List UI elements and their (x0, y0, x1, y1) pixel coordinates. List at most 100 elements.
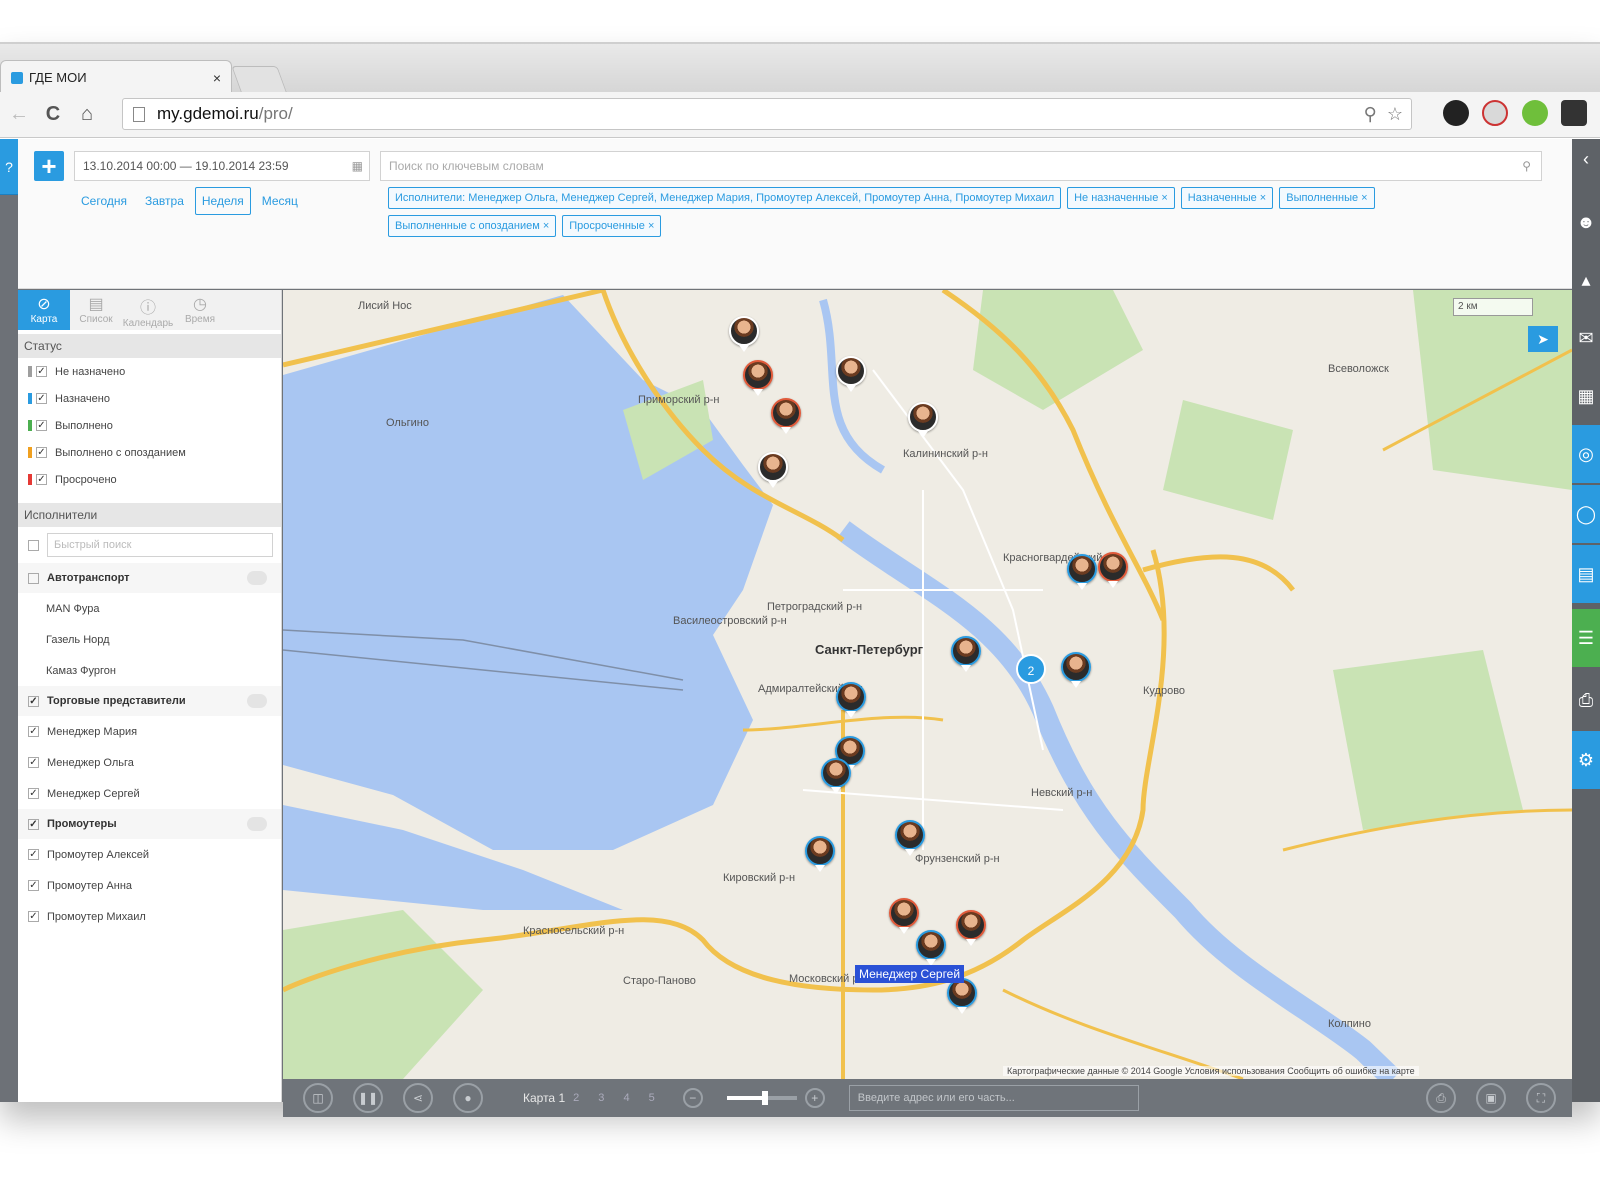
mail-icon[interactable]: ✉ (1572, 309, 1600, 367)
reload-icon[interactable]: C (38, 100, 68, 130)
employee-marker[interactable] (836, 356, 866, 392)
filter-chip-unassigned[interactable]: Не назначенные × (1067, 187, 1175, 209)
group-checkbox[interactable] (28, 572, 39, 584)
collapse-chevron-icon[interactable]: ‹ (1572, 139, 1600, 179)
settings-gear-icon[interactable] (1561, 100, 1587, 126)
status-filter-row[interactable]: ✓ Назначено (18, 385, 281, 412)
marker-icon[interactable]: ● (453, 1083, 483, 1113)
status-filter-row[interactable]: ✓ Выполнено с опозданием (18, 439, 281, 466)
tab-time[interactable]: ◷ Время (174, 290, 226, 330)
user-icon[interactable]: ☻ (1572, 193, 1600, 251)
executor-item[interactable]: ✓ Менеджер Сергей (18, 778, 281, 809)
share-icon[interactable]: ⋖ (403, 1083, 433, 1113)
executor-checkbox[interactable]: ✓ (28, 757, 39, 768)
executor-group[interactable]: Автотранспорт (18, 563, 281, 593)
tab-map[interactable]: ⊘ Карта (18, 290, 70, 330)
fullscreen-icon[interactable]: ⛶ (1526, 1083, 1556, 1113)
tasks-icon[interactable]: ☰ (1572, 609, 1600, 667)
calendar-icon[interactable]: ▦ (352, 152, 363, 180)
browser-tab[interactable]: ГДЕ МОИ × (0, 60, 232, 94)
map-canvas[interactable]: Приморский р-н Калининский р-н Красногва… (283, 290, 1572, 1079)
executor-checkbox[interactable]: ✓ (28, 911, 39, 922)
quick-search-input[interactable]: Быстрый поиск (47, 533, 273, 557)
period-month[interactable]: Месяц (255, 187, 305, 215)
status-checkbox[interactable]: ✓ (36, 393, 47, 404)
employee-marker[interactable] (758, 452, 788, 488)
grid-icon[interactable]: ▦ (1572, 367, 1600, 425)
status-checkbox[interactable]: ✓ (36, 447, 47, 458)
tracking-icon[interactable]: ◎ (1572, 425, 1600, 483)
executor-item[interactable]: Камаз Фургон (18, 655, 281, 686)
extension-camera-icon[interactable] (1443, 100, 1469, 126)
period-week[interactable]: Неделя (194, 187, 251, 215)
bookmark-star-icon[interactable]: ☆ (1387, 104, 1403, 125)
employee-marker[interactable] (805, 836, 835, 872)
new-tab-button[interactable] (231, 66, 287, 92)
executor-group[interactable]: ✓ Промоутеры (18, 809, 281, 839)
reports-chart-icon[interactable]: ▤ (1572, 545, 1600, 603)
executor-item[interactable]: ✓ Менеджер Мария (18, 716, 281, 747)
employee-marker[interactable] (956, 910, 986, 946)
print-icon[interactable]: ⎙ (1426, 1083, 1456, 1113)
filter-chip-overdue[interactable]: Просроченные × (562, 215, 662, 237)
geofence-icon[interactable]: ◯ (1572, 485, 1600, 543)
status-checkbox[interactable]: ✓ (36, 474, 47, 485)
save-icon[interactable]: ▣ (1476, 1083, 1506, 1113)
filter-chip-completed-late[interactable]: Выполненные с опозданием × (388, 215, 557, 237)
address-bar[interactable]: my.gdemoi.ru /pro/ ⚲ ☆ (122, 98, 1412, 130)
select-all-checkbox[interactable] (28, 539, 39, 551)
marker-cluster[interactable]: 2 (1016, 654, 1046, 684)
search-icon[interactable]: ⚲ (1522, 152, 1531, 180)
print-icon[interactable]: ⎙ (1572, 671, 1600, 729)
pause-icon[interactable]: ❚❚ (353, 1083, 383, 1113)
employee-marker[interactable] (951, 636, 981, 672)
employee-marker[interactable] (821, 758, 851, 794)
executor-checkbox[interactable]: ✓ (28, 726, 39, 737)
group-checkbox[interactable]: ✓ (28, 695, 39, 707)
executor-item[interactable]: MAN Фура (18, 593, 281, 624)
employee-marker[interactable] (947, 978, 977, 1014)
tab-list[interactable]: ▤ Список (70, 290, 122, 330)
employee-marker[interactable] (908, 402, 938, 438)
employee-marker[interactable] (916, 930, 946, 966)
layers-icon[interactable]: ◫ (303, 1083, 333, 1113)
executor-item[interactable]: ✓ Промоутер Михаил (18, 901, 281, 932)
extension-evernote-icon[interactable] (1522, 100, 1548, 126)
add-task-button[interactable]: + (34, 151, 64, 181)
employee-marker[interactable] (1061, 652, 1091, 688)
zoom-slider-knob[interactable] (762, 1091, 769, 1105)
map-page-numbers[interactable]: 2 3 4 5 (573, 1092, 663, 1104)
zoom-out-icon[interactable]: − (682, 1088, 703, 1108)
employee-marker[interactable] (743, 360, 773, 396)
executor-item[interactable]: ✓ Менеджер Ольга (18, 747, 281, 778)
employee-marker[interactable] (895, 820, 925, 856)
executor-item[interactable]: ✓ Промоутер Анна (18, 870, 281, 901)
employee-marker[interactable] (836, 682, 866, 718)
status-checkbox[interactable]: ✓ (36, 366, 47, 377)
executor-item[interactable]: ✓ Промоутер Алексей (18, 839, 281, 870)
locate-icon[interactable]: ➤ (1528, 326, 1558, 352)
executor-checkbox[interactable]: ✓ (28, 849, 39, 860)
group-checkbox[interactable]: ✓ (28, 818, 39, 830)
keyword-search-input[interactable]: Поиск по ключевым словам ⚲ (380, 151, 1542, 181)
employee-marker[interactable] (1098, 552, 1128, 588)
tab-close-icon[interactable]: × (213, 70, 221, 86)
status-filter-row[interactable]: ✓ Не назначено (18, 358, 281, 385)
map-page-label[interactable]: Карта 1 (523, 1091, 565, 1105)
zoom-slider[interactable] (726, 1091, 797, 1105)
zoom-in-icon[interactable]: + (804, 1088, 825, 1108)
executor-checkbox[interactable]: ✓ (28, 880, 39, 891)
employee-marker[interactable] (889, 898, 919, 934)
status-checkbox[interactable]: ✓ (36, 420, 47, 431)
rail-help-icon[interactable]: ? (0, 139, 18, 195)
status-filter-row[interactable]: ✓ Просрочено (18, 466, 281, 493)
address-search-input[interactable]: Введите адрес или его часть... (848, 1085, 1139, 1111)
zoom-magnifier-icon[interactable]: ⚲ (1364, 104, 1377, 125)
tab-calendar[interactable]: ⓘ Календарь (122, 290, 174, 330)
executor-group[interactable]: ✓ Торговые представители (18, 686, 281, 716)
employee-marker[interactable] (1067, 554, 1097, 590)
period-tomorrow[interactable]: Завтра (138, 187, 191, 215)
employee-marker[interactable] (729, 316, 759, 352)
executor-checkbox[interactable]: ✓ (28, 788, 39, 799)
settings-gear-icon[interactable]: ⚙ (1572, 731, 1600, 789)
